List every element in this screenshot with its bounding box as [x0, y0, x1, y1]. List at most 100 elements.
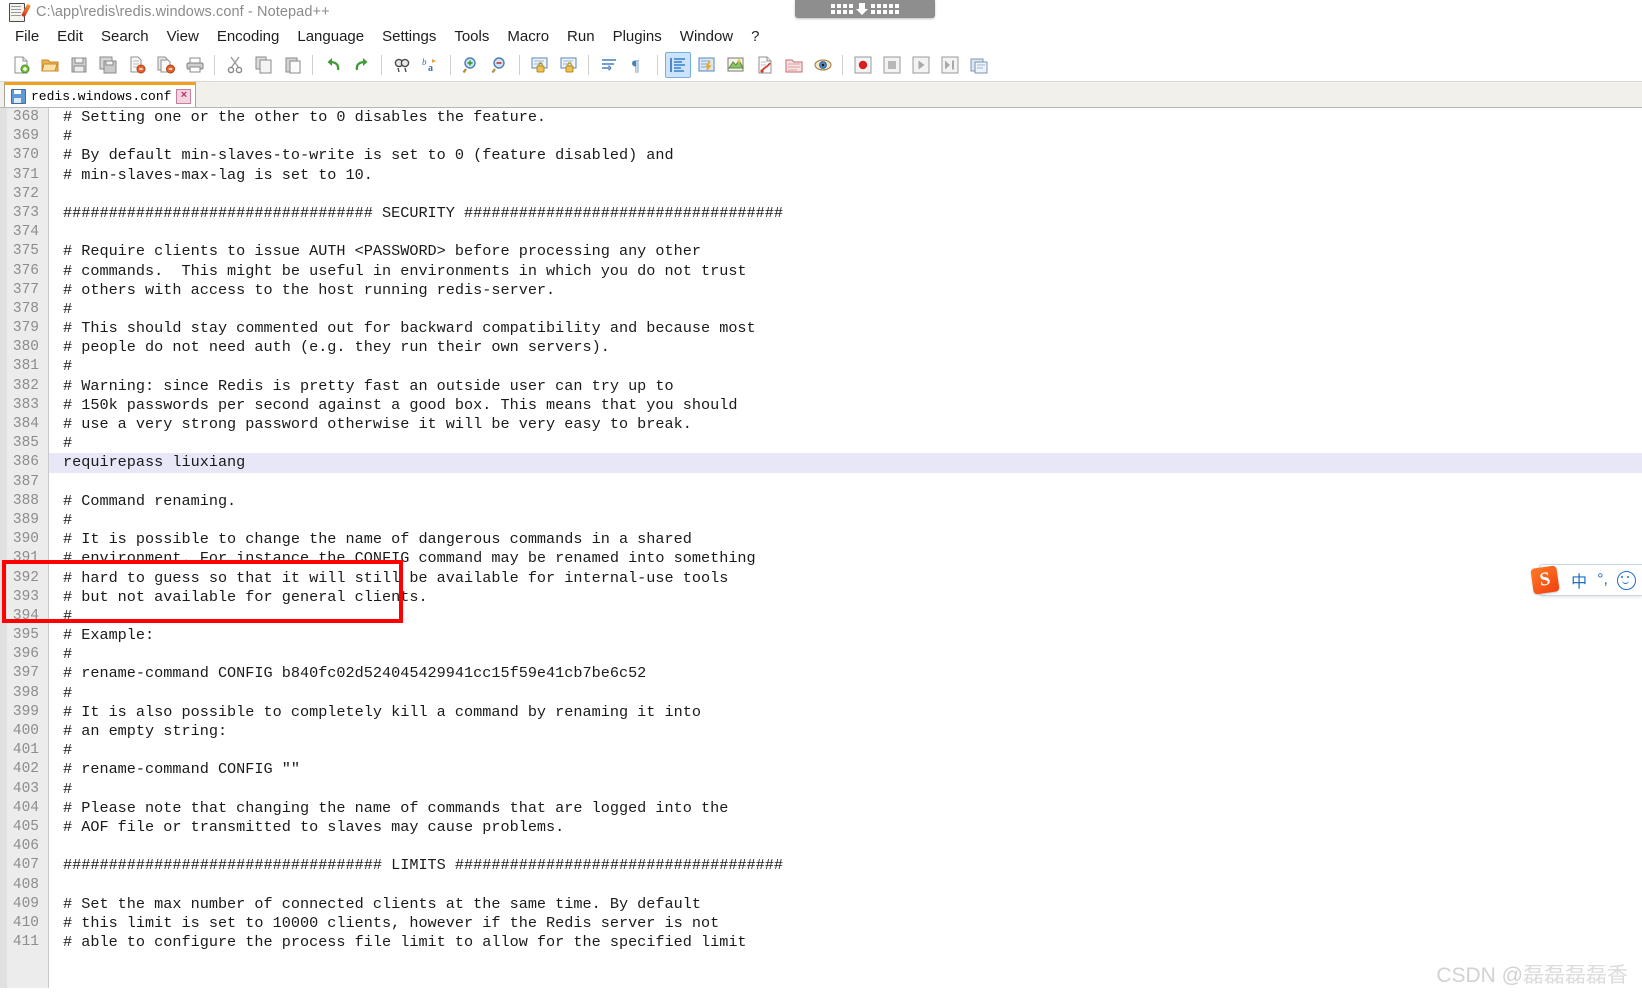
word-wrap-icon[interactable]: [596, 52, 622, 78]
code-line-text[interactable]: # Example:: [48, 626, 1642, 645]
document-map-icon[interactable]: [723, 52, 749, 78]
code-line[interactable]: 397 # rename-command CONFIG b840fc02d5240…: [0, 664, 1642, 684]
editor-area[interactable]: 368 # Setting one or the other to 0 disab…: [0, 108, 1642, 988]
code-line-text[interactable]: # hard to guess so that it will still be…: [48, 569, 1642, 588]
code-line-text[interactable]: [48, 876, 1642, 895]
close-icon[interactable]: ×: [176, 88, 192, 104]
code-line[interactable]: 400 # an empty string:: [0, 722, 1642, 742]
close-all-files-icon[interactable]: [153, 52, 179, 78]
code-line-text[interactable]: # Please note that changing the name of …: [48, 799, 1642, 818]
code-line-text[interactable]: #: [48, 357, 1642, 376]
menu-item-window[interactable]: Window: [671, 26, 742, 47]
code-line[interactable]: 375 # Require clients to issue AUTH <PASS…: [0, 242, 1642, 262]
cut-icon[interactable]: [222, 52, 248, 78]
code-line-text[interactable]: #: [48, 780, 1642, 799]
monitoring-icon[interactable]: [810, 52, 836, 78]
folder-as-workspace-icon[interactable]: [781, 52, 807, 78]
menu-item-help[interactable]: ?: [742, 26, 768, 47]
new-file-icon[interactable]: [8, 52, 34, 78]
menu-item-plugins[interactable]: Plugins: [604, 26, 671, 47]
code-line-text[interactable]: #: [48, 434, 1642, 453]
copy-icon[interactable]: [251, 52, 277, 78]
menu-item-file[interactable]: File: [6, 26, 48, 47]
menu-item-view[interactable]: View: [158, 26, 208, 47]
code-line-text[interactable]: ################################### LIMI…: [48, 856, 1642, 875]
sogou-ime-toolbar[interactable]: S 中 °,: [1530, 564, 1642, 596]
code-line-text[interactable]: #: [48, 684, 1642, 703]
code-line[interactable]: 382 # Warning: since Redis is pretty fast…: [0, 376, 1642, 396]
menu-item-language[interactable]: Language: [288, 26, 373, 47]
code-line-text[interactable]: # able to configure the process file lim…: [48, 933, 1642, 952]
code-line[interactable]: 378 #: [0, 299, 1642, 320]
code-line[interactable]: 390 # It is possible to change the name o…: [0, 530, 1642, 550]
sync-horizontal-scroll-icon[interactable]: [556, 52, 582, 78]
code-line[interactable]: 383 # 150k passwords per second against a…: [0, 395, 1642, 415]
code-line-text[interactable]: # rename-command CONFIG "": [48, 760, 1642, 779]
replace-icon[interactable]: ba: [418, 52, 444, 78]
code-line[interactable]: 380 # people do not need auth (e.g. they …: [0, 338, 1642, 358]
code-line-text[interactable]: [48, 185, 1642, 204]
code-line-text[interactable]: # Set the max number of connected client…: [48, 895, 1642, 914]
code-line[interactable]: 391 # environment. For instance the CONFI…: [0, 549, 1642, 569]
ime-punctuation-mode[interactable]: °,: [1592, 571, 1613, 589]
code-line-text[interactable]: # environment. For instance the CONFIG c…: [48, 549, 1642, 568]
sogou-ime-logo[interactable]: S: [1530, 565, 1560, 595]
print-icon[interactable]: [182, 52, 208, 78]
code-line[interactable]: 389 #: [0, 510, 1642, 531]
code-line-text[interactable]: # It is possible to change the name of d…: [48, 530, 1642, 549]
code-line-text[interactable]: # rename-command CONFIG b840fc02d5240454…: [48, 664, 1642, 683]
code-line[interactable]: 372: [0, 184, 1642, 204]
code-line[interactable]: 410 # this limit is set to 10000 clients,…: [0, 913, 1642, 934]
macro-run-multiple-icon[interactable]: [937, 52, 963, 78]
code-line-text[interactable]: #: [48, 645, 1642, 664]
code-line[interactable]: 405 # AOF file or transmitted to slaves m…: [0, 817, 1642, 838]
code-line-text[interactable]: # this limit is set to 10000 clients, ho…: [48, 914, 1642, 933]
code-line-text[interactable]: # It is also possible to completely kill…: [48, 703, 1642, 722]
menu-item-encoding[interactable]: Encoding: [208, 26, 289, 47]
code-line[interactable]: 388 # Command renaming.: [0, 491, 1642, 511]
close-file-icon[interactable]: [124, 52, 150, 78]
code-line[interactable]: 371 # min-slaves-max-lag is set to 10.: [0, 165, 1642, 185]
code-line[interactable]: 387: [0, 472, 1642, 492]
code-line-text[interactable]: # Warning: since Redis is pretty fast an…: [48, 377, 1642, 396]
code-line-text[interactable]: # Command renaming.: [48, 492, 1642, 511]
code-line-text[interactable]: #: [48, 607, 1642, 626]
code-line[interactable]: 408: [0, 875, 1642, 895]
code-line[interactable]: 384 # use a very strong password otherwis…: [0, 415, 1642, 435]
code-content[interactable]: 368 # Setting one or the other to 0 disab…: [0, 108, 1642, 953]
code-line-text[interactable]: #: [48, 300, 1642, 319]
find-icon[interactable]: [389, 52, 415, 78]
undo-icon[interactable]: [320, 52, 346, 78]
code-line-text[interactable]: # Setting one or the other to 0 disables…: [48, 108, 1642, 127]
paste-icon[interactable]: [280, 52, 306, 78]
code-line-text[interactable]: requirepass liuxiang: [48, 453, 1642, 472]
code-line[interactable]: 406: [0, 837, 1642, 857]
code-line-text[interactable]: # commands. This might be useful in envi…: [48, 262, 1642, 281]
zoom-in-icon[interactable]: [458, 52, 484, 78]
code-line[interactable]: 385 #: [0, 434, 1642, 454]
code-line-text[interactable]: #: [48, 127, 1642, 146]
zoom-out-icon[interactable]: [487, 52, 513, 78]
menu-item-edit[interactable]: Edit: [48, 26, 92, 47]
save-icon[interactable]: [66, 52, 92, 78]
code-line[interactable]: 369 #: [0, 127, 1642, 147]
macro-save-icon[interactable]: [966, 52, 992, 78]
code-line[interactable]: 396 #: [0, 645, 1642, 665]
code-line[interactable]: 381 #: [0, 357, 1642, 377]
code-line[interactable]: 386 requirepass liuxiang: [0, 453, 1642, 473]
code-line-text[interactable]: [48, 473, 1642, 492]
macro-play-icon[interactable]: [908, 52, 934, 78]
code-line-text[interactable]: [48, 223, 1642, 242]
code-line-text[interactable]: #: [48, 511, 1642, 530]
macro-record-icon[interactable]: [850, 52, 876, 78]
emoji-icon[interactable]: [1617, 570, 1636, 590]
code-line-text[interactable]: ################################## SECUR…: [48, 204, 1642, 223]
code-line[interactable]: 370 # By default min-slaves-to-write is s…: [0, 146, 1642, 166]
code-line[interactable]: 404 # Please note that changing the name …: [0, 798, 1642, 818]
menu-item-search[interactable]: Search: [92, 26, 158, 47]
code-line[interactable]: 395 # Example:: [0, 626, 1642, 646]
code-line[interactable]: 407 ################################### L…: [0, 856, 1642, 876]
code-line-text[interactable]: # min-slaves-max-lag is set to 10.: [48, 166, 1642, 185]
code-line-text[interactable]: # use a very strong password otherwise i…: [48, 415, 1642, 434]
menu-item-run[interactable]: Run: [558, 26, 604, 47]
